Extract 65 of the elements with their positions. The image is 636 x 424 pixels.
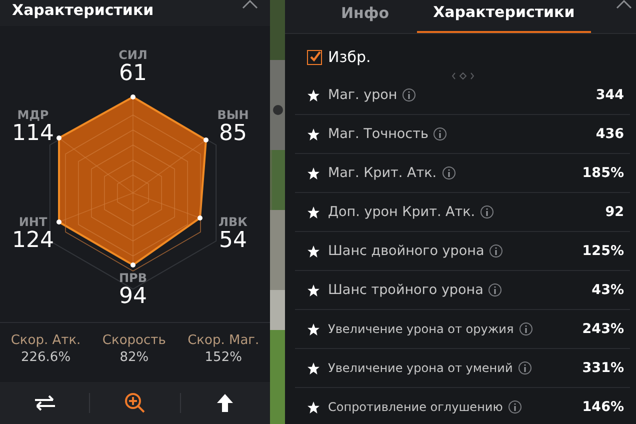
star-icon[interactable] — [307, 166, 320, 180]
speed-value: 152% — [204, 349, 242, 367]
stat-value: 85 — [219, 122, 247, 146]
attribute-value: 344 — [596, 87, 624, 103]
stat-value: 61 — [119, 62, 147, 86]
tab[interactable]: Характеристики — [417, 0, 591, 33]
collapse-icon[interactable] — [242, 0, 258, 9]
zoom-in-icon — [124, 392, 146, 414]
star-icon[interactable] — [307, 206, 320, 218]
panel-title: Характеристики — [12, 0, 154, 20]
attribute-name: Доп. урон Крит. Атк. — [328, 204, 476, 220]
info-icon[interactable] — [480, 205, 494, 219]
info-icon[interactable] — [489, 244, 504, 258]
attribute-name: Маг. Точность — [328, 126, 428, 142]
info-icon[interactable] — [488, 283, 502, 297]
up-arrow-icon — [216, 393, 234, 413]
speed-label: Скор. Атк. — [10, 332, 81, 349]
attribute-value: 185% — [582, 165, 624, 181]
speed-value: 226.6% — [20, 349, 71, 367]
stat-name: ИНТ — [18, 215, 48, 229]
attribute-name: Маг. урон — [328, 87, 398, 103]
stat-name: ПРВ — [119, 271, 147, 285]
stat-name: ВЫН — [217, 108, 249, 122]
attribute-value: 146% — [582, 399, 624, 415]
collapse-icon[interactable] — [616, 0, 632, 9]
swap-arrows-icon — [34, 395, 56, 411]
attribute-name: Увеличение урона от умений — [328, 361, 513, 375]
info-icon[interactable] — [442, 166, 456, 180]
star-icon[interactable] — [307, 322, 320, 336]
star-icon[interactable] — [307, 362, 320, 374]
star-icon[interactable] — [307, 400, 320, 414]
attribute-value: 43% — [592, 282, 624, 298]
info-icon[interactable] — [402, 88, 416, 102]
stat-name: ЛВК — [218, 215, 248, 229]
stat-name: МДР — [17, 108, 49, 122]
star-icon[interactable] — [307, 88, 320, 102]
attribute-name: Маг. Крит. Атк. — [328, 165, 437, 181]
stat-value: 124 — [12, 229, 54, 253]
attribute-value: 125% — [582, 243, 624, 259]
attribute-value: 92 — [605, 204, 624, 220]
speed-label: Скор. Маг. — [188, 332, 260, 349]
attribute-name: Шанс двойного урона — [328, 243, 484, 259]
info-icon[interactable] — [508, 400, 522, 414]
info-icon[interactable] — [433, 127, 448, 141]
attribute-value: 436 — [596, 126, 624, 142]
info-icon[interactable] — [518, 361, 532, 375]
stat-value: 114 — [12, 122, 54, 146]
stat-value: 54 — [219, 229, 247, 253]
attribute-value: 331% — [582, 360, 624, 376]
attribute-name: Сопротивление оглушению — [328, 400, 503, 414]
checkbox[interactable] — [307, 50, 322, 64]
attribute-name: Увеличение урона от оружия — [328, 322, 514, 336]
info-icon[interactable] — [518, 322, 533, 336]
checkbox-label: Избр. — [328, 48, 371, 66]
stat-name: СИЛ — [118, 48, 148, 62]
stat-value: 94 — [119, 285, 147, 309]
tab[interactable]: Инфо — [325, 0, 406, 33]
attribute-name: Шанс тройного урона — [328, 282, 484, 298]
star-icon[interactable] — [307, 128, 320, 140]
star-icon[interactable] — [307, 244, 320, 258]
speed-value: 82% — [120, 349, 149, 367]
speed-label: Скорость — [102, 332, 166, 349]
attribute-value: 243% — [582, 321, 624, 337]
star-icon[interactable] — [307, 284, 320, 296]
diamond-ornament-icon — [452, 72, 474, 80]
